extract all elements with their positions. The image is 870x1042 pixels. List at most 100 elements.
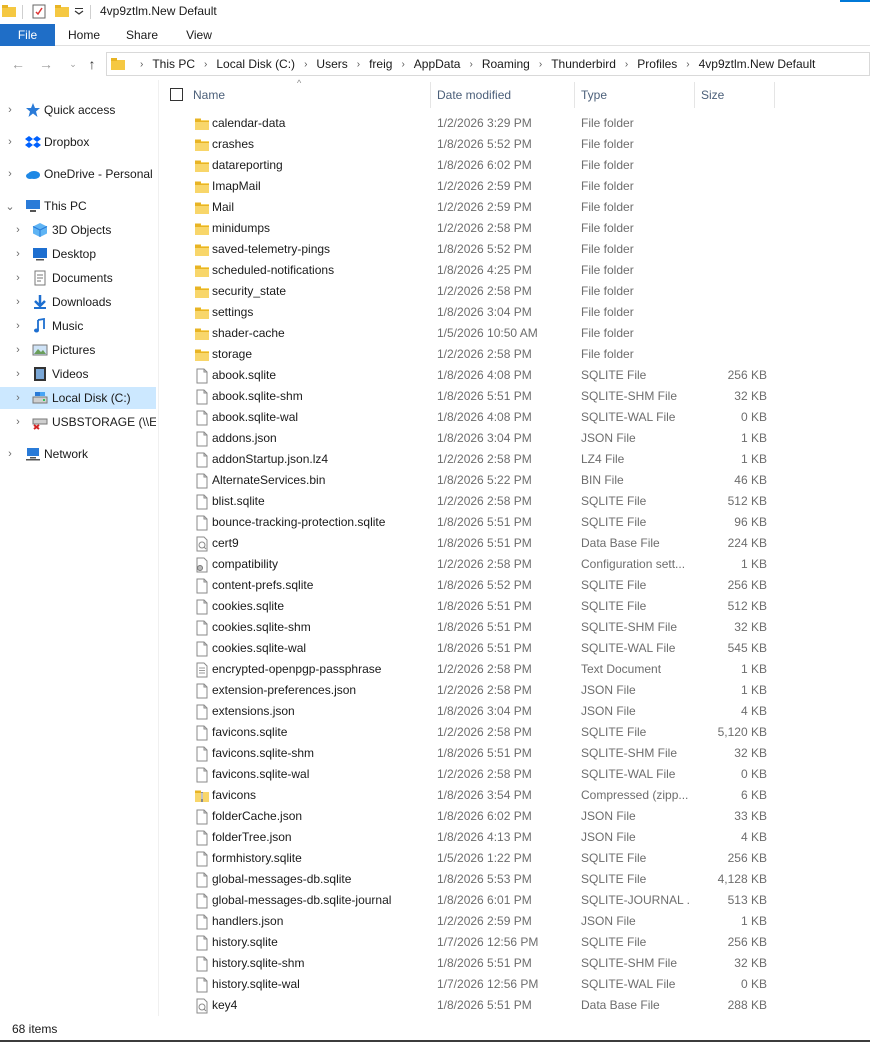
column-header-type[interactable]: Type [581,82,607,108]
file-row[interactable]: shader-cache 1/5/2026 10:50 AM File folder [159,323,870,344]
file-row[interactable]: cookies.sqlite 1/8/2026 5:51 PM SQLITE Fil… [159,596,870,617]
breadcrumb-chevron-icon[interactable]: › [539,59,542,70]
file-row[interactable]: cookies.sqlite-shm 1/8/2026 5:51 PM SQLITE… [159,617,870,638]
back-arrow-icon[interactable]: ← [9,55,27,73]
up-arrow-icon[interactable]: ↑ [83,55,101,73]
column-header-size[interactable]: Size [701,82,724,108]
file-row[interactable]: security_state 1/2/2026 2:58 PM File folde… [159,281,870,302]
nav-item-documents[interactable]: › Documents [0,267,156,289]
recent-locations-chevron-icon[interactable]: ⌄ [64,55,82,73]
chevron-right-icon[interactable]: › [13,248,23,260]
nav-item-quick-access[interactable]: › Quick access [0,99,156,121]
file-row[interactable]: global-messages-db.sqlite 1/8/2026 5:53 P… [159,869,870,890]
nav-item-3d-objects[interactable]: › 3D Objects [0,219,156,241]
column-separator[interactable] [574,82,575,108]
nav-item-usbstorage[interactable]: › USBSTORAGE (\\EPS [0,411,156,433]
file-row[interactable]: folderCache.json 1/8/2026 6:02 PM JSON Fil… [159,806,870,827]
file-row[interactable]: formhistory.sqlite 1/5/2026 1:22 PM SQLITE… [159,848,870,869]
chevron-right-icon[interactable]: › [13,368,23,380]
breadcrumb-current-folder[interactable]: 4vp9ztlm.New Default [699,57,816,71]
file-row[interactable]: abook.sqlite 1/8/2026 4:08 PM SQLITE File 2… [159,365,870,386]
file-row[interactable]: history.sqlite-wal 1/7/2026 12:56 PM SQLIT… [159,974,870,995]
breadcrumb-chevron-icon[interactable]: › [140,59,143,70]
file-row[interactable]: datareporting 1/8/2026 6:02 PM File folder [159,155,870,176]
file-row[interactable]: history.sqlite-shm 1/8/2026 5:51 PM SQLITE… [159,953,870,974]
file-row[interactable]: global-messages-db.sqlite-journal 1/8/202… [159,890,870,911]
chevron-right-icon[interactable]: › [13,296,23,308]
file-row[interactable]: storage 1/2/2026 2:58 PM File folder [159,344,870,365]
file-row[interactable]: Mail 1/2/2026 2:59 PM File folder [159,197,870,218]
breadcrumb-freig[interactable]: freig [369,57,392,71]
column-header-date-modified[interactable]: Date modified [437,82,511,108]
file-row[interactable]: encrypted-openpgp-passphrase 1/2/2026 2:5… [159,659,870,680]
breadcrumb-appdata[interactable]: AppData [414,57,461,71]
breadcrumb-chevron-icon[interactable]: › [469,59,472,70]
breadcrumb-local-disk[interactable]: Local Disk (C:) [216,57,295,71]
tab-share[interactable]: Share [116,24,168,46]
breadcrumb-this-pc[interactable]: This PC [152,57,195,71]
file-row[interactable]: bounce-tracking-protection.sqlite 1/8/202… [159,512,870,533]
file-row[interactable]: favicons 1/8/2026 3:54 PM Compressed (zipp… [159,785,870,806]
tab-view[interactable]: View [173,24,225,46]
breadcrumb-chevron-icon[interactable]: › [686,59,689,70]
nav-item-dropbox[interactable]: › Dropbox [0,131,156,153]
file-row[interactable]: minidumps 1/2/2026 2:58 PM File folder [159,218,870,239]
breadcrumb-chevron-icon[interactable]: › [204,59,207,70]
chevron-right-icon[interactable]: › [5,104,15,116]
column-header-name[interactable]: Name [193,82,225,108]
file-row[interactable]: favicons.sqlite-wal 1/2/2026 2:58 PM SQLIT… [159,764,870,785]
file-row[interactable]: settings 1/8/2026 3:04 PM File folder [159,302,870,323]
chevron-right-icon[interactable]: › [13,224,23,236]
select-all-checkbox[interactable] [170,88,183,101]
nav-item-videos[interactable]: › Videos [0,363,156,385]
column-separator[interactable] [430,82,431,108]
breadcrumb-chevron-icon[interactable]: › [401,59,404,70]
file-row[interactable]: ImapMail 1/2/2026 2:59 PM File folder [159,176,870,197]
file-row[interactable]: favicons.sqlite 1/2/2026 2:58 PM SQLITE Fi… [159,722,870,743]
chevron-right-icon[interactable]: › [13,272,23,284]
breadcrumb-roaming[interactable]: Roaming [482,57,530,71]
forward-arrow-icon[interactable]: → [37,55,55,73]
file-row[interactable]: addons.json 1/8/2026 3:04 PM JSON File 1 KB [159,428,870,449]
breadcrumb-users[interactable]: Users [316,57,347,71]
file-row[interactable]: scheduled-notifications 1/8/2026 4:25 PM F… [159,260,870,281]
chevron-right-icon[interactable]: › [5,168,15,180]
file-row[interactable]: cookies.sqlite-wal 1/8/2026 5:51 PM SQLITE… [159,638,870,659]
column-separator[interactable] [774,82,775,108]
customize-toolbar-chevron-icon[interactable] [74,4,84,18]
nav-item-network[interactable]: › Network [0,443,156,465]
file-row[interactable]: extensions.json 1/8/2026 3:04 PM JSON File… [159,701,870,722]
chevron-right-icon[interactable]: › [13,320,23,332]
nav-item-this-pc[interactable]: ⌄ This PC [0,195,156,217]
file-row[interactable]: cert9 1/8/2026 5:51 PM Data Base File 224 K… [159,533,870,554]
nav-item-pictures[interactable]: › Pictures [0,339,156,361]
file-row[interactable]: folderTree.json 1/8/2026 4:13 PM JSON File… [159,827,870,848]
file-row[interactable]: calendar-data 1/2/2026 3:29 PM File folder [159,113,870,134]
nav-item-onedrive[interactable]: › OneDrive - Personal [0,163,156,185]
breadcrumb-chevron-icon[interactable]: › [304,59,307,70]
file-row[interactable]: saved-telemetry-pings 1/8/2026 5:52 PM Fil… [159,239,870,260]
nav-item-desktop[interactable]: › Desktop [0,243,156,265]
breadcrumb-profiles[interactable]: Profiles [637,57,677,71]
file-row[interactable]: extension-preferences.json 1/2/2026 2:58 … [159,680,870,701]
new-folder-icon[interactable] [55,4,69,18]
file-row[interactable]: crashes 1/8/2026 5:52 PM File folder [159,134,870,155]
file-row[interactable]: abook.sqlite-wal 1/8/2026 4:08 PM SQLITE-W… [159,407,870,428]
chevron-right-icon[interactable]: › [5,136,15,148]
nav-item-music[interactable]: › Music [0,315,156,337]
chevron-down-icon[interactable]: ⌄ [5,200,15,213]
breadcrumb-chevron-icon[interactable]: › [357,59,360,70]
nav-item-local-disk[interactable]: › Local Disk (C:) [0,387,156,409]
file-row[interactable]: key4 1/8/2026 5:51 PM Data Base File 288 KB [159,995,870,1016]
chevron-right-icon[interactable]: › [13,416,23,428]
chevron-right-icon[interactable]: › [5,448,15,460]
file-row[interactable]: favicons.sqlite-shm 1/8/2026 5:51 PM SQLIT… [159,743,870,764]
file-row[interactable]: compatibility 1/2/2026 2:58 PM Configurati… [159,554,870,575]
properties-icon[interactable] [32,4,46,19]
breadcrumb-thunderbird[interactable]: Thunderbird [551,57,616,71]
tab-file[interactable]: File [0,24,55,46]
file-row[interactable]: history.sqlite 1/7/2026 12:56 PM SQLITE Fi… [159,932,870,953]
chevron-right-icon[interactable]: › [13,344,23,356]
file-row[interactable]: content-prefs.sqlite 1/8/2026 5:52 PM SQLI… [159,575,870,596]
file-row[interactable]: blist.sqlite 1/2/2026 2:58 PM SQLITE File 5… [159,491,870,512]
